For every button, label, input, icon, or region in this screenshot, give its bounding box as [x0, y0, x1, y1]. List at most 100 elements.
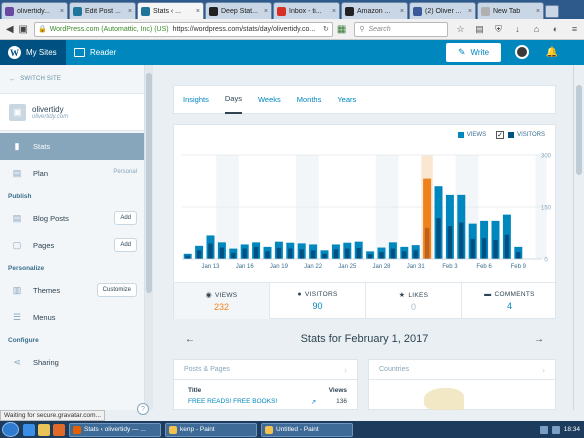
sidebar-scroll-thumb[interactable] [146, 73, 152, 293]
switch-site-link[interactable]: ← SWITCH SITE [0, 65, 144, 93]
clock[interactable]: 18:34 [564, 426, 580, 433]
home-icon[interactable]: ⌂ [530, 23, 543, 36]
add-page-button[interactable]: Add [114, 238, 137, 252]
sidebar-item-themes[interactable]: ▥ Themes Customize [0, 277, 144, 304]
summary-likes[interactable]: ★ LIKES 0 [366, 283, 462, 319]
tab-close-icon[interactable]: × [196, 8, 200, 15]
visitors-bar[interactable] [367, 254, 373, 259]
taskbar-task[interactable]: Stats ‹ olivertidy — ... [69, 422, 161, 437]
url-bar[interactable]: 🔒 WordPress.com (Automattic, Inc) (US) h… [33, 21, 333, 37]
download-icon[interactable]: ↓ [511, 23, 524, 36]
user-avatar[interactable] [515, 45, 529, 59]
visitors-bar[interactable] [322, 253, 327, 259]
tab-close-icon[interactable]: × [60, 8, 64, 15]
visitors-bar[interactable] [516, 252, 521, 259]
page-scroll-thumb[interactable] [576, 85, 582, 175]
tab-close-icon[interactable]: × [128, 8, 132, 15]
summary-views[interactable]: ◉ VIEWS 232 [174, 283, 270, 319]
sidebar-item-stats[interactable]: ▮ Stats [0, 133, 144, 160]
browser-tab[interactable]: Stats ‹ ... × [137, 2, 204, 19]
visitors-bar[interactable] [493, 239, 498, 259]
visitors-bar[interactable] [219, 247, 225, 259]
add-post-button[interactable]: Add [114, 211, 137, 225]
extension-icon[interactable]: ◐ [549, 23, 562, 36]
menu-icon[interactable]: ≡ [568, 23, 581, 36]
tab-close-icon[interactable]: × [264, 8, 268, 15]
browser-tab[interactable]: Amazon ... × [341, 2, 408, 19]
summary-comments[interactable]: ▬ COMMENTS 4 [462, 283, 557, 319]
tab-years[interactable]: Years [337, 85, 356, 114]
media-icon[interactable] [53, 423, 65, 436]
current-site[interactable]: ▣ olivertidy olivertidy.com [0, 93, 144, 131]
visitors-bar[interactable] [310, 250, 316, 259]
new-tab-button[interactable] [545, 5, 559, 18]
visitors-bar[interactable] [424, 227, 430, 259]
visitors-bar[interactable] [345, 248, 350, 259]
visitors-bar[interactable] [379, 252, 384, 259]
table-row[interactable]: FREE READS! FREE BOOKS! ↗ 136 [174, 394, 357, 406]
visitors-bar[interactable] [299, 249, 304, 259]
visitors-bar[interactable] [470, 238, 475, 259]
visitors-bar[interactable] [196, 250, 202, 259]
help-icon[interactable]: ? [137, 403, 149, 415]
search-input[interactable]: ⚲ Search [354, 21, 448, 37]
volume-icon[interactable] [551, 425, 560, 434]
tab-days[interactable]: Days [224, 85, 242, 114]
sidebar-scrollbar[interactable] [145, 65, 153, 410]
post-title-link[interactable]: FREE READS! FREE BOOKS! [188, 398, 277, 406]
tab-close-icon[interactable]: × [468, 8, 472, 15]
tab-close-icon[interactable]: × [332, 8, 336, 15]
visitors-bar[interactable] [231, 252, 236, 259]
browser-tab[interactable]: olivertidy... × [1, 2, 68, 19]
sidebar-item-pages[interactable]: ▢ Pages Add [0, 232, 144, 259]
sidebar-item-sharing[interactable]: ⋖ Sharing [0, 349, 144, 376]
visitors-bar[interactable] [504, 234, 510, 259]
visitors-bar[interactable] [436, 218, 441, 259]
network-icon[interactable] [539, 425, 548, 434]
tab-weeks[interactable]: Weeks [258, 85, 281, 114]
next-period-arrow-icon[interactable]: → [534, 334, 544, 345]
countries-header[interactable]: Countries › [369, 360, 555, 380]
customize-button[interactable]: Customize [96, 283, 137, 297]
visitors-bar[interactable] [333, 249, 339, 259]
visitors-bar[interactable] [356, 247, 361, 259]
previous-period-arrow-icon[interactable]: ← [185, 334, 195, 345]
start-button[interactable] [2, 422, 19, 437]
sidebar-item-blog-posts[interactable]: ▤ Blog Posts Add [0, 205, 144, 232]
visitors-bar[interactable] [447, 226, 453, 259]
reading-list-icon[interactable]: ▤ [473, 23, 486, 36]
sidebar-item-plan[interactable]: ▤ Plan Personal [0, 160, 144, 187]
tab-close-icon[interactable]: × [536, 8, 540, 15]
visitors-bar[interactable] [413, 250, 418, 259]
shield-icon[interactable]: ⛨ [492, 23, 505, 36]
reload-icon[interactable]: ↻ [323, 25, 332, 33]
visitors-bar[interactable] [402, 251, 407, 259]
taskbar-task[interactable]: Untitled - Paint [261, 422, 353, 437]
pocket-icon[interactable]: ▦ [335, 22, 348, 36]
visitors-checkbox[interactable]: ✓ [496, 131, 505, 139]
visitors-bar[interactable] [242, 248, 247, 259]
back-icon[interactable]: ◀ [3, 22, 16, 36]
lock-page-icon[interactable]: ▣ [16, 22, 29, 36]
bookmark-star-icon[interactable]: ☆ [454, 23, 467, 36]
visitors-bar[interactable] [276, 247, 282, 259]
my-sites-button[interactable]: W My Sites [0, 40, 66, 65]
tab-months[interactable]: Months [297, 85, 322, 114]
browser-tab[interactable]: New Tab × [477, 2, 544, 19]
visitors-bar[interactable] [390, 248, 396, 259]
visitors-bar[interactable] [481, 238, 487, 259]
ie-icon[interactable] [23, 423, 35, 436]
summary-visitors[interactable]: ● VISITORS 90 [270, 283, 366, 319]
taskbar-task[interactable]: kenp - Paint [165, 422, 257, 437]
visitors-bar[interactable] [288, 248, 293, 259]
browser-tab[interactable]: Edit Post ... × [69, 2, 136, 19]
browser-tab[interactable]: Deep Stat... × [205, 2, 272, 19]
visitors-bar[interactable] [208, 243, 213, 259]
visitors-bar[interactable] [253, 246, 259, 259]
tab-close-icon[interactable]: × [400, 8, 404, 15]
visitors-bar[interactable] [185, 255, 190, 259]
folder-icon[interactable] [38, 423, 50, 436]
reader-button[interactable]: Reader [74, 48, 116, 57]
posts-pages-header[interactable]: Posts & Pages › [174, 360, 357, 380]
tab-insights[interactable]: Insights [183, 85, 209, 114]
